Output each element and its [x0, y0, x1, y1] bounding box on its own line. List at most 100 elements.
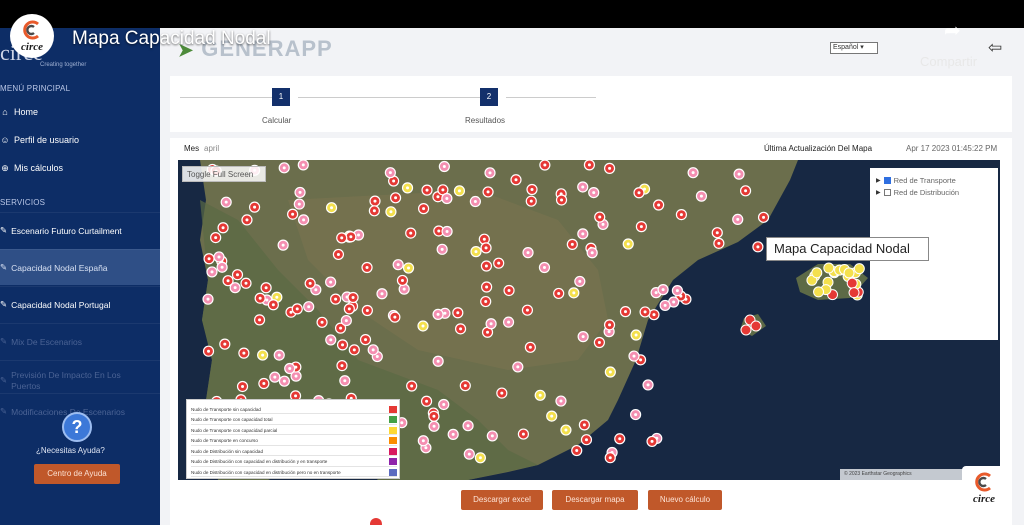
map-marker[interactable] [583, 160, 596, 171]
map-marker[interactable] [502, 316, 515, 328]
map-marker[interactable] [402, 262, 415, 274]
map-marker[interactable] [578, 419, 590, 431]
map-marker[interactable] [287, 208, 299, 220]
map-marker[interactable] [303, 301, 315, 313]
map-marker[interactable] [254, 292, 266, 304]
map-marker[interactable] [522, 247, 534, 259]
map-marker[interactable] [330, 293, 342, 305]
map-marker[interactable] [534, 389, 546, 401]
map-marker[interactable] [277, 239, 289, 251]
sidebar-item-calculations[interactable]: ⊕ Mis cálculos [0, 158, 160, 178]
map-marker[interactable] [236, 380, 249, 393]
map-marker[interactable] [332, 248, 345, 261]
map-marker[interactable] [630, 408, 642, 421]
map-marker[interactable] [361, 261, 373, 274]
map-marker[interactable] [294, 186, 306, 199]
map-marker[interactable] [538, 261, 551, 274]
map-marker[interactable] [757, 211, 770, 223]
map-marker[interactable] [577, 181, 589, 193]
map-marker[interactable] [853, 263, 865, 275]
map-marker[interactable] [248, 201, 261, 213]
map-marker[interactable] [526, 183, 538, 196]
map-marker[interactable] [571, 444, 583, 457]
map-marker[interactable] [653, 199, 665, 211]
map-marker[interactable] [657, 284, 669, 296]
map-marker[interactable] [695, 190, 708, 202]
map-marker[interactable] [392, 259, 404, 271]
step-2-indicator[interactable]: 2 [480, 88, 498, 106]
map-marker[interactable] [713, 237, 725, 249]
map-marker[interactable] [630, 329, 642, 341]
map-marker[interactable] [325, 202, 338, 214]
map-marker[interactable] [580, 434, 593, 446]
map-marker[interactable] [241, 214, 253, 226]
map-marker[interactable] [453, 185, 466, 197]
map-marker[interactable] [257, 349, 269, 361]
map-marker[interactable] [469, 195, 481, 208]
map-marker[interactable] [486, 430, 498, 442]
map-marker[interactable] [566, 238, 578, 250]
map-marker[interactable] [238, 347, 250, 359]
map-marker[interactable] [628, 350, 640, 362]
map-marker[interactable] [752, 241, 764, 253]
map-marker[interactable] [642, 379, 654, 391]
map-marker[interactable] [339, 375, 351, 387]
map-marker[interactable] [389, 311, 401, 323]
map-marker[interactable] [485, 318, 497, 330]
map-marker[interactable] [325, 334, 337, 346]
toggle-fullscreen-button[interactable]: Toggle Full Screen [182, 166, 266, 182]
map-marker[interactable] [848, 287, 860, 299]
map-marker[interactable] [454, 323, 467, 335]
map-marker[interactable] [347, 291, 359, 304]
map-marker[interactable] [622, 238, 634, 250]
map-marker[interactable] [278, 162, 290, 174]
map-marker[interactable] [293, 198, 305, 210]
map-marker[interactable] [441, 225, 453, 238]
map-marker[interactable] [304, 277, 316, 290]
map-marker[interactable] [359, 334, 372, 346]
map-marker[interactable] [406, 380, 418, 392]
sidebar-item-home[interactable]: ⌂ Home [0, 102, 160, 122]
map-marker[interactable] [560, 424, 572, 436]
progress-scrubber[interactable] [370, 518, 382, 525]
map-marker[interactable] [733, 168, 745, 180]
layer-transporte[interactable]: ▶ Red de Transporte [876, 176, 956, 185]
map-marker[interactable] [577, 228, 589, 240]
map-marker[interactable] [480, 242, 492, 254]
map-marker[interactable] [203, 253, 215, 265]
sidebar-item-curtailment[interactable]: ✎ Escenario Futuro Curtailment [0, 212, 160, 248]
channel-logo[interactable]: circe [10, 14, 54, 58]
map-marker[interactable] [484, 167, 496, 179]
map-marker[interactable] [740, 324, 752, 336]
map-marker[interactable] [546, 410, 558, 422]
map-marker[interactable] [459, 380, 471, 392]
map-marker[interactable] [493, 257, 505, 269]
map-marker[interactable] [441, 192, 453, 205]
map-marker[interactable] [739, 185, 752, 197]
map-marker[interactable] [482, 186, 494, 198]
map-marker[interactable] [432, 308, 444, 320]
map-marker[interactable] [405, 227, 417, 239]
map-marker[interactable] [711, 227, 723, 239]
map-marker[interactable] [438, 398, 450, 411]
map-marker[interactable] [474, 452, 486, 464]
map-marker[interactable] [220, 196, 232, 208]
map-marker[interactable] [568, 287, 580, 299]
map-marker[interactable] [639, 306, 651, 318]
map-marker[interactable] [438, 160, 450, 173]
layer-distribucion[interactable]: ▶ Red de Distribución [876, 188, 959, 197]
map-marker[interactable] [555, 194, 568, 206]
map-marker[interactable] [614, 433, 626, 445]
map-marker[interactable] [603, 162, 616, 174]
map-marker[interactable] [659, 299, 671, 312]
map-marker[interactable] [588, 186, 600, 199]
map-marker[interactable] [258, 377, 270, 390]
map-marker[interactable] [316, 316, 328, 328]
help-center-button[interactable]: Centro de Ayuda [34, 464, 120, 484]
map-marker[interactable] [594, 211, 606, 223]
video-title[interactable]: Mapa Capacidad Nodal [72, 28, 271, 50]
map-marker[interactable] [210, 232, 222, 244]
map-marker[interactable] [385, 206, 397, 218]
map-marker[interactable] [202, 345, 215, 357]
map-marker[interactable] [278, 375, 290, 387]
